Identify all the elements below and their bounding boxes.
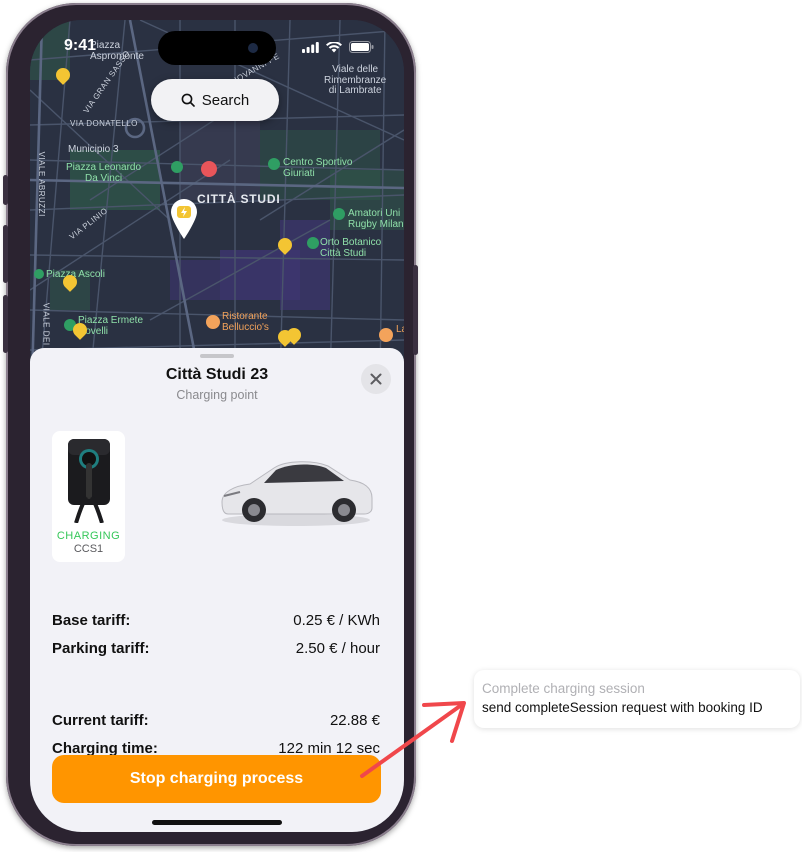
car-image bbox=[221, 461, 373, 526]
signal-icon bbox=[302, 41, 319, 53]
parking-tariff-value: 2.50 € / hour bbox=[295, 640, 380, 657]
map-label: La bbox=[396, 324, 404, 335]
map-view[interactable]: Piazza Aspromonte Viale delle Rimembranz… bbox=[30, 20, 404, 381]
charger-type: CCS1 bbox=[73, 543, 104, 555]
charger-status: CHARGING bbox=[56, 530, 121, 542]
station-detail-sheet: Città Studi 23 Charging point CHARGING C… bbox=[30, 348, 404, 832]
map-label: Municipio 3 bbox=[68, 144, 119, 155]
map-label: Orto Botanico Città Studi bbox=[320, 237, 382, 259]
stop-charging-button[interactable]: Stop charging process bbox=[52, 755, 381, 803]
map-label: VIA PLINIO bbox=[67, 205, 110, 242]
app-screen: Piazza Aspromonte Viale delle Rimembranz… bbox=[30, 20, 404, 832]
close-button[interactable] bbox=[361, 364, 391, 394]
sheet-grabber[interactable] bbox=[200, 354, 234, 358]
close-icon bbox=[370, 373, 382, 385]
map-label: VIALE DEI bbox=[41, 302, 51, 346]
base-tariff-row: Base tariff: 0.25 € / KWh bbox=[52, 612, 380, 629]
park-icon[interactable] bbox=[268, 158, 280, 170]
map-label: VIALE ABRUZZI bbox=[36, 151, 46, 217]
park-icon[interactable] bbox=[307, 237, 319, 249]
current-tariff-label: Current tariff: bbox=[52, 712, 149, 729]
annotation-title: Complete charging session bbox=[482, 681, 645, 696]
map-label: Piazza Leonardo Da Vinci bbox=[66, 162, 142, 184]
park-icon[interactable] bbox=[34, 269, 44, 279]
annotation-body: send completeSession request with bookin… bbox=[482, 700, 763, 715]
home-indicator[interactable] bbox=[152, 820, 282, 825]
map-label: Piazza Ermete Novelli bbox=[78, 315, 144, 337]
map-label: Ristorante Belluccio's bbox=[222, 311, 269, 333]
annotation-callout: Complete charging session send completeS… bbox=[474, 670, 800, 728]
search-icon bbox=[181, 93, 195, 107]
map-label: Centro Sportivo Giuriati bbox=[283, 157, 353, 179]
restaurant-icon[interactable] bbox=[379, 328, 393, 342]
battery-icon bbox=[349, 41, 374, 53]
search-label: Search bbox=[201, 91, 250, 109]
map-label: Amatori Uni Rugby Milan bbox=[348, 208, 404, 230]
park-icon[interactable] bbox=[333, 208, 345, 220]
map-label: CITTÀ STUDI bbox=[197, 192, 281, 206]
current-tariff-value: 22.88 € bbox=[329, 712, 380, 729]
restaurant-icon[interactable] bbox=[201, 161, 217, 177]
park-icon[interactable] bbox=[171, 161, 183, 173]
phone-frame: Piazza Aspromonte Viale delle Rimembranz… bbox=[3, 3, 418, 846]
status-bar: 9:41 bbox=[30, 20, 404, 70]
base-tariff-value: 0.25 € / KWh bbox=[293, 612, 380, 629]
dynamic-island bbox=[158, 31, 276, 65]
parking-tariff-label: Parking tariff: bbox=[52, 640, 150, 657]
selected-charging-station-marker-icon[interactable] bbox=[170, 198, 198, 245]
station-subtitle: Charging point bbox=[176, 388, 258, 402]
station-title: Città Studi 23 bbox=[165, 366, 269, 383]
charger-device-icon bbox=[68, 439, 110, 523]
base-tariff-label: Base tariff: bbox=[52, 612, 131, 629]
current-tariff-row: Current tariff: 22.88 € bbox=[52, 712, 380, 729]
status-time: 9:41 bbox=[64, 37, 97, 54]
map-label: VIA DONATELLO bbox=[70, 119, 138, 128]
search-button[interactable]: Search bbox=[151, 79, 279, 121]
charger-card[interactable]: CHARGING CCS1 bbox=[52, 431, 125, 562]
restaurant-icon[interactable] bbox=[206, 315, 220, 329]
parking-tariff-row: Parking tariff: 2.50 € / hour bbox=[52, 640, 380, 657]
wifi-icon bbox=[326, 41, 342, 52]
